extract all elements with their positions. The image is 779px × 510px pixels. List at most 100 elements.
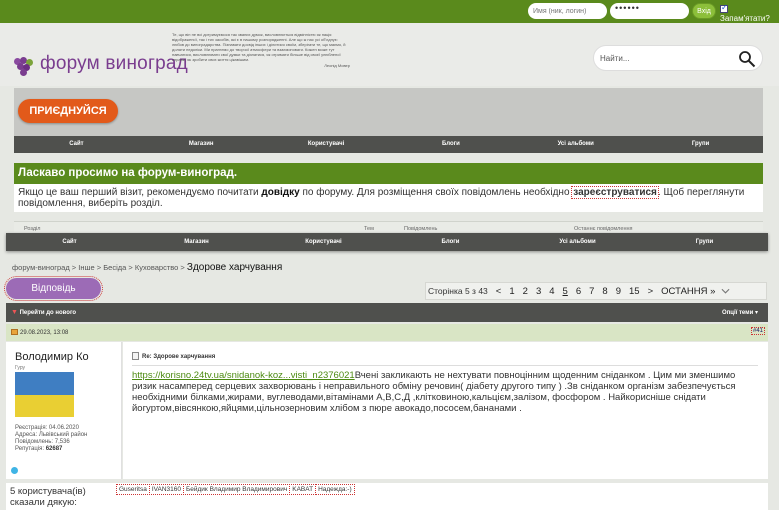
author-name[interactable]: Володимир Ко: [15, 351, 89, 363]
search-input[interactable]: Найти...: [600, 54, 630, 63]
divider: [132, 365, 758, 366]
thanks-user[interactable]: Guseritsa: [116, 484, 150, 495]
welcome-text-part: по форуму. Для розміщення своїх повідомл…: [299, 187, 573, 198]
goto-new-link[interactable]: ▼ Перейти до нового: [11, 309, 76, 316]
nav-item-shop[interactable]: Магазин: [133, 233, 260, 251]
post-link[interactable]: https://korisno.24tv.ua/snidanok-koz...v…: [132, 370, 355, 381]
breadcrumb-item[interactable]: Інше: [78, 263, 94, 272]
breadcrumb-item[interactable]: Бесіда: [103, 263, 126, 272]
main-nav: Сайт Магазин Користувачі Блоги Усі альбо…: [14, 136, 763, 153]
avatar[interactable]: [15, 372, 74, 417]
page-link[interactable]: 15: [629, 286, 640, 297]
arrow-down-icon: ▼: [11, 309, 18, 316]
page-link[interactable]: 1: [509, 286, 514, 297]
nav-item-site[interactable]: Сайт: [6, 233, 133, 251]
thanks-label: 5 користувача(ів) сказали дякую:: [10, 486, 86, 508]
join-button[interactable]: ПРИЄДНУЙСЯ: [18, 99, 118, 123]
join-panel: [14, 88, 763, 136]
nav-item-albums[interactable]: Усі альбоми: [514, 233, 641, 251]
login-bar: •••••• Вхід Запам'ятати?: [0, 0, 779, 23]
site-logo[interactable]: форум виноград: [14, 53, 188, 76]
column-header: Останнє повідомлення: [574, 226, 633, 232]
column-header: Повідомлень: [404, 226, 438, 232]
info-label: Адреса:: [15, 432, 38, 438]
header-quote: Те, що він не всі дотримуємося так звани…: [172, 32, 350, 68]
forum-column-headers: Розділ Тем Повідомлень Останнє повідомле…: [14, 221, 763, 232]
thanks-user[interactable]: Бейдик Владимир Владимирович: [182, 484, 291, 495]
post-body: https://korisno.24tv.ua/snidanok-koz...v…: [132, 370, 762, 414]
page-link[interactable]: 6: [576, 286, 581, 297]
thread-options-label: Опції теми: [721, 310, 754, 316]
online-status-icon: [11, 467, 18, 474]
page-link[interactable]: 2: [523, 286, 528, 297]
quote-text: Те, що він не всі дотримуємося так звани…: [172, 32, 346, 62]
info-value: 04.06.2020: [48, 425, 79, 431]
nav-item-groups[interactable]: Групи: [638, 136, 763, 153]
search-box[interactable]: Найти...: [593, 45, 763, 71]
thanks-panel: 5 користувача(ів) сказали дякую: Guserit…: [6, 483, 768, 510]
post-subject-text: Re: Здорове харчування: [142, 354, 216, 360]
breadcrumb-item[interactable]: Куховарство: [135, 263, 178, 272]
nav-item-shop[interactable]: Магазин: [139, 136, 264, 153]
post-date: 29.08.2023, 13:08: [20, 330, 69, 336]
remember-checkbox[interactable]: [720, 3, 728, 13]
welcome-title: Ласкаво просимо на форум-виноград.: [14, 163, 763, 184]
document-icon: [132, 352, 139, 360]
page-link[interactable]: 4: [549, 286, 554, 297]
thread-options[interactable]: Опції теми ▾: [722, 309, 758, 316]
thanks-user[interactable]: Надежда:-): [315, 484, 355, 495]
sticky-nav: Сайт Магазин Користувачі Блоги Усі альбо…: [6, 233, 768, 251]
username-input[interactable]: [528, 3, 607, 19]
page-link[interactable]: 9: [616, 286, 621, 297]
password-input[interactable]: ••••••: [610, 3, 689, 19]
page-title: Здорове харчування: [186, 262, 283, 273]
page-link[interactable]: 3: [536, 286, 541, 297]
search-icon[interactable]: [738, 50, 756, 68]
chevron-down-icon[interactable]: [721, 288, 730, 294]
page-link[interactable]: 8: [602, 286, 607, 297]
prev-page[interactable]: <: [496, 286, 502, 297]
post-header: 29.08.2023, 13:08 #41: [6, 324, 768, 341]
nav-item-blogs[interactable]: Блоги: [387, 233, 514, 251]
post-number[interactable]: #41: [750, 327, 766, 335]
nav-item-users[interactable]: Користувачі: [264, 136, 389, 153]
page-label: Сторінка 5 з 43: [428, 286, 488, 296]
thanks-user[interactable]: KABAT: [289, 484, 317, 495]
info-value: Львівський район: [38, 432, 88, 438]
chevron-down-icon: ▾: [754, 310, 758, 316]
info-label: Реєстрація:: [15, 425, 48, 431]
reply-button[interactable]: Відповідь: [4, 276, 103, 301]
last-page[interactable]: ОСТАННЯ »: [661, 286, 715, 297]
remember-me[interactable]: Запам'ятати?: [720, 3, 779, 23]
nav-item-albums[interactable]: Усі альбоми: [513, 136, 638, 153]
info-value: 7,536: [54, 439, 70, 445]
breadcrumb: форум-виноград > Інше > Бесіда > Куховар…: [12, 262, 283, 273]
site-title: форум виноград: [40, 53, 188, 74]
quote-author: Леонід Мовер: [324, 63, 350, 68]
column-header: Розділ: [24, 226, 41, 232]
post-subject: Re: Здорове харчування: [132, 352, 215, 360]
help-link[interactable]: довідку: [261, 187, 299, 198]
nav-item-blogs[interactable]: Блоги: [388, 136, 513, 153]
site-header: форум виноград Те, що він не всі дотриму…: [0, 23, 779, 86]
register-link[interactable]: зареєструватися: [571, 186, 659, 199]
post-content: Re: Здорове харчування https://korisno.2…: [123, 342, 768, 479]
login-button[interactable]: Вхід: [692, 3, 716, 19]
thanks-names: Guseritsa IVAN3160 Бейдик Владимир Влади…: [116, 484, 355, 495]
next-page[interactable]: >: [648, 286, 654, 297]
welcome-text: Якщо це ваш перший візит, рекомендуємо п…: [14, 184, 763, 212]
page-link[interactable]: 7: [589, 286, 594, 297]
breadcrumb-item[interactable]: форум-виноград: [12, 263, 70, 272]
current-page: 5: [562, 285, 568, 297]
post-author-panel: Володимир Ко Гуру Реєстрація: 04.06.2020…: [6, 342, 122, 479]
thread-toolbar: ▼ Перейти до нового Опції теми ▾: [6, 303, 768, 322]
column-header: Тем: [364, 226, 374, 232]
nav-item-groups[interactable]: Групи: [641, 233, 768, 251]
nav-item-site[interactable]: Сайт: [14, 136, 139, 153]
info-label: Репутація:: [15, 446, 45, 452]
nav-item-users[interactable]: Користувачі: [260, 233, 387, 251]
info-value: 62687: [45, 446, 63, 452]
grape-icon: [14, 53, 36, 76]
goto-new-label: Перейти до нового: [19, 310, 77, 316]
thanks-user[interactable]: IVAN3160: [148, 484, 184, 495]
